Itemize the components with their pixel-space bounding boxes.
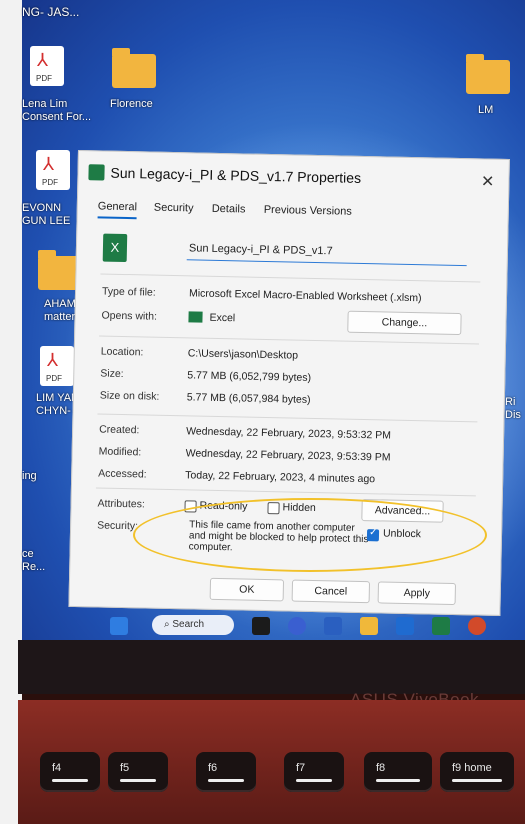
opens-with-label: Opens with: — [101, 309, 158, 323]
accessed-value: Today, 22 February, 2023, 4 minutes ago — [185, 469, 376, 486]
cancel-button[interactable]: Cancel — [291, 579, 371, 604]
divider — [95, 487, 476, 497]
tab-details[interactable]: Details — [212, 203, 246, 216]
change-button[interactable]: Change... — [347, 310, 462, 336]
type-label: Type of file: — [101, 285, 156, 299]
excel-file-icon: X — [102, 233, 128, 263]
modified-value: Wednesday, 22 February, 2023, 9:53:39 PM — [185, 447, 391, 464]
created-label: Created: — [99, 423, 140, 437]
excel-file-icon — [88, 164, 105, 181]
location-value: C:\Users\jason\Desktop — [187, 347, 299, 362]
task-view-icon[interactable] — [252, 617, 270, 635]
acrobat-icon: ⅄ — [37, 50, 48, 70]
tab-general[interactable]: General — [97, 200, 138, 220]
excel-app-icon — [188, 311, 203, 323]
apply-button[interactable]: Apply — [377, 581, 457, 606]
desktop-top-label: NG- JAS... — [22, 5, 80, 19]
file-explorer-icon[interactable] — [360, 617, 378, 635]
powerpoint-icon[interactable] — [468, 617, 486, 635]
highlight-ellipse — [133, 498, 487, 572]
key-f5[interactable]: f5 — [108, 752, 168, 792]
search-box[interactable]: ⌕ Search — [152, 615, 234, 635]
ok-button[interactable]: OK — [209, 577, 285, 602]
acrobat-icon: ⅄ — [47, 350, 58, 370]
mail-icon[interactable] — [396, 617, 414, 635]
key-f4[interactable]: f4 — [40, 752, 100, 792]
desktop-icon-label: Florence — [110, 98, 153, 110]
accessed-label: Accessed: — [98, 467, 147, 481]
desktop-icon-label: ing — [22, 470, 37, 482]
modified-label: Modified: — [98, 445, 142, 459]
title-bar: Sun Legacy-i_PI & PDS_v1.7 Properties ✕ — [78, 151, 509, 200]
size-on-disk-label: Size on disk: — [99, 389, 160, 403]
pdf-icon[interactable]: ⅄ PDF — [40, 346, 74, 386]
divider — [99, 335, 480, 345]
size-on-disk-value: 5.77 MB (6,057,984 bytes) — [186, 391, 311, 406]
pdf-icon[interactable]: ⅄ PDF — [36, 150, 70, 190]
size-label: Size: — [100, 367, 124, 381]
file-name-field[interactable]: Sun Legacy-i_PI & PDS_v1.7 — [186, 237, 468, 267]
photo: NG- JAS... ⅄ PDF Lena Lim Consent For...… — [0, 0, 525, 824]
meet-icon[interactable] — [288, 617, 306, 635]
location-label: Location: — [100, 345, 144, 359]
windows-icon[interactable] — [110, 617, 128, 635]
desktop-icon-label: LM — [478, 104, 494, 116]
opens-with-value: Excel — [209, 311, 236, 325]
acrobat-icon: ⅄ — [43, 154, 54, 174]
folder-icon[interactable] — [466, 54, 510, 94]
key-f8[interactable]: f8 — [364, 752, 432, 792]
divider — [100, 273, 481, 283]
desktop-icon-label: ce Re... — [22, 548, 46, 573]
key-f6[interactable]: f6 — [196, 752, 256, 792]
desktop-icon-label: EVONN GUN LEE — [22, 202, 71, 227]
screen-bezel — [18, 640, 525, 694]
tab-security[interactable]: Security — [154, 202, 194, 215]
divider — [97, 413, 478, 423]
size-value: 5.77 MB (6,052,799 bytes) — [187, 369, 312, 384]
tab-previous-versions[interactable]: Previous Versions — [264, 204, 352, 218]
search-label: Search — [172, 619, 205, 630]
close-icon[interactable]: ✕ — [481, 171, 495, 191]
pdf-icon[interactable]: ⅄ PDF — [30, 46, 64, 86]
type-value: Microsoft Excel Macro-Enabled Worksheet … — [188, 287, 422, 305]
security-label: Security: — [97, 519, 139, 533]
attributes-label: Attributes: — [97, 497, 145, 511]
key-f7[interactable]: f7 — [284, 752, 344, 792]
tab-bar: General Security Details Previous Versio… — [92, 195, 492, 229]
desktop-icon-label: Ri Dis — [505, 396, 521, 421]
dialog-title: Sun Legacy-i_PI & PDS_v1.7 Properties — [110, 164, 362, 186]
key-f9-home[interactable]: f9 home — [440, 752, 514, 792]
word-icon[interactable] — [324, 617, 342, 635]
excel-icon[interactable] — [432, 617, 450, 635]
created-value: Wednesday, 22 February, 2023, 9:53:32 PM — [186, 425, 392, 442]
desktop-icon-label: Lena Lim Consent For... — [22, 98, 92, 123]
folder-icon[interactable] — [112, 48, 156, 88]
